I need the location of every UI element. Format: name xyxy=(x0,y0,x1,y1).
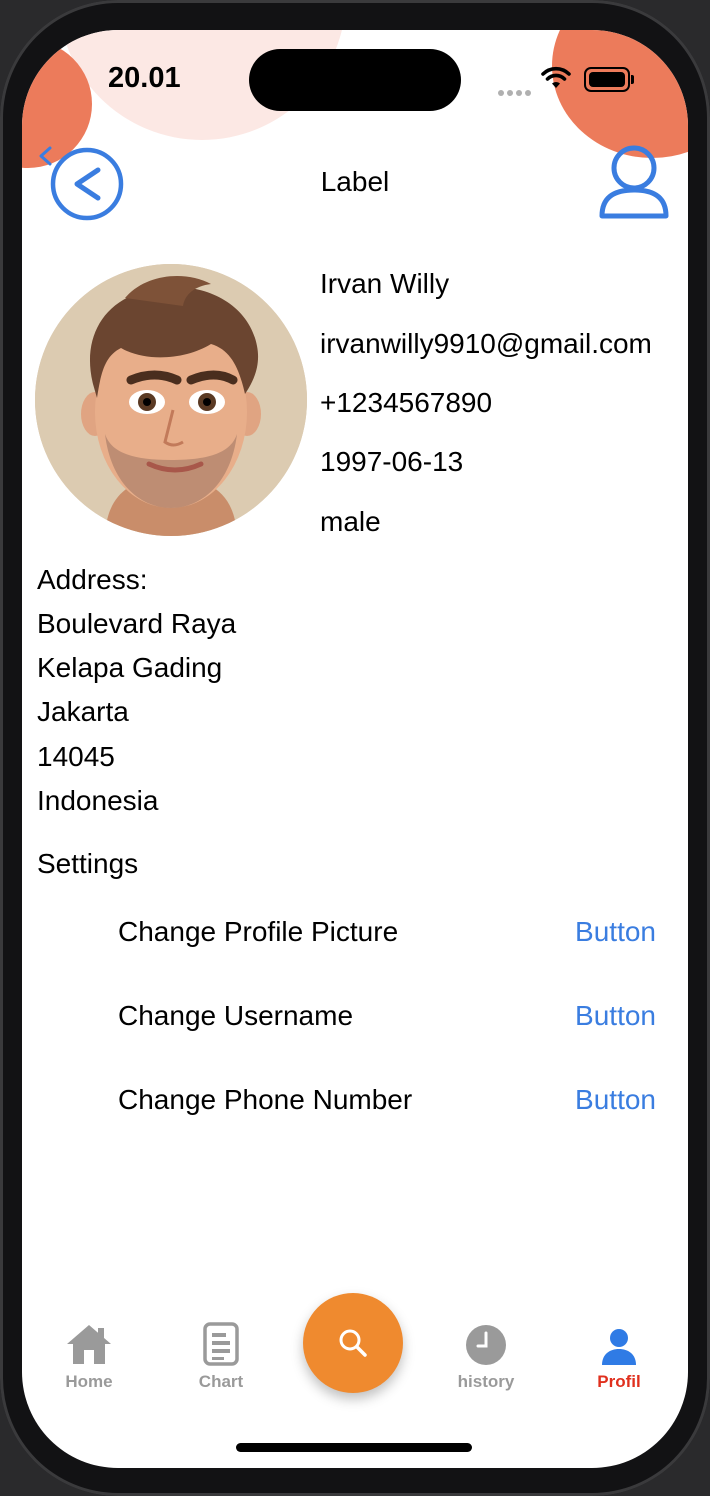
address-line: Boulevard Raya xyxy=(37,608,237,639)
house-icon xyxy=(67,1325,111,1364)
tab-label: history xyxy=(457,1372,515,1391)
nav-title: Label xyxy=(320,166,390,197)
tab-profil[interactable]: Profil xyxy=(564,1320,674,1392)
tab-chart[interactable]: Chart xyxy=(166,1320,276,1392)
tab-history[interactable]: history xyxy=(431,1320,541,1392)
person-icon[interactable] xyxy=(598,144,670,220)
address-line: 14045 xyxy=(37,741,115,772)
search-button[interactable] xyxy=(303,1293,403,1393)
setting-label-username: Change Username xyxy=(118,1000,354,1031)
app-screen: 20.01 Label Irvan Willy irvanwilly9910@g… xyxy=(22,30,688,1468)
dynamic-island xyxy=(249,49,461,111)
decor-blob-orange-right xyxy=(552,30,688,158)
clock-icon xyxy=(466,1325,506,1365)
address-heading: Address: xyxy=(37,564,148,595)
tab-home[interactable]: Home xyxy=(34,1320,144,1392)
address-line: Indonesia xyxy=(37,785,159,816)
signal-icon xyxy=(498,83,534,101)
tab-label: Profil xyxy=(597,1372,641,1391)
change-phone-number-button[interactable]: Button xyxy=(546,1084,656,1116)
profile-gender: male xyxy=(320,506,381,537)
document-icon xyxy=(203,1322,239,1366)
home-indicator[interactable] xyxy=(236,1443,472,1452)
search-icon xyxy=(339,1329,367,1357)
address-line: Kelapa Gading xyxy=(37,652,223,683)
avatar xyxy=(35,264,307,536)
profile-phone: +1234567890 xyxy=(320,387,493,418)
tab-label: Home xyxy=(65,1372,113,1391)
profile-name: Irvan Willy xyxy=(320,268,450,299)
profile-email: irvanwilly9910@gmail.com xyxy=(320,328,652,359)
status-time: 20.01 xyxy=(108,62,181,94)
battery-icon xyxy=(584,67,634,92)
tab-label: Chart xyxy=(198,1372,244,1391)
settings-heading: Settings xyxy=(37,848,139,879)
change-username-button[interactable]: Button xyxy=(546,1000,656,1032)
change-profile-picture-button[interactable]: Button xyxy=(546,916,656,948)
setting-label-phone-number: Change Phone Number xyxy=(118,1084,413,1115)
person-icon xyxy=(602,1329,636,1365)
address-line: Jakarta xyxy=(37,696,129,727)
setting-label-profile-picture: Change Profile Picture xyxy=(118,916,399,947)
wifi-icon xyxy=(541,66,571,88)
profile-birthdate: 1997-06-13 xyxy=(320,446,464,477)
